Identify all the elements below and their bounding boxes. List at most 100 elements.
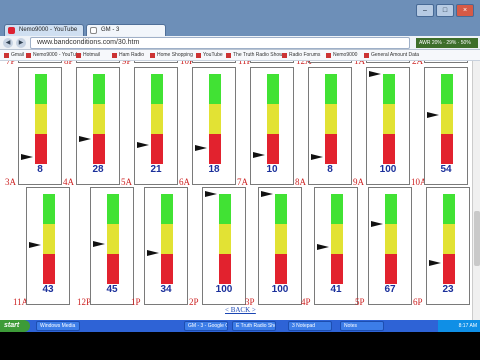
time-label: 7P (6, 61, 16, 66)
meter-yellow-zone (325, 104, 337, 134)
pointer-arrow-icon (21, 153, 33, 160)
tab-youtube[interactable]: Nemo9000 - YouTube (4, 24, 84, 36)
meter-value: 23 (442, 284, 454, 295)
meter-bar (219, 194, 231, 284)
meter-green-zone (275, 194, 287, 224)
vertical-scrollbar[interactable] (472, 61, 480, 320)
bookmark-item[interactable]: The Truth Radio Show (226, 51, 283, 60)
bookmark-item[interactable]: YouTube (196, 51, 223, 60)
time-label: 2A (412, 61, 423, 66)
system-tray-clock: 8:17 AM (438, 320, 480, 332)
tab-label: GM - 3 (101, 27, 120, 33)
maximize-button[interactable]: □ (436, 4, 454, 17)
meter-bar (385, 194, 397, 284)
meter-green-zone (43, 194, 55, 224)
bookmark-icon (226, 53, 231, 58)
time-label: 4A (63, 177, 74, 187)
meter-yellow-zone (383, 104, 395, 134)
bookmark-item[interactable]: Home Shopping (150, 51, 193, 60)
bookmark-item[interactable]: Radio Forums (282, 51, 320, 60)
meter-card (192, 61, 236, 63)
taskbar-task[interactable]: GM - 3 - Google Ch (184, 321, 228, 331)
pointer-arrow-icon (311, 153, 323, 160)
pointer-arrow-icon (147, 250, 159, 257)
meter-green-zone (325, 74, 337, 104)
meter-yellow-zone (35, 104, 47, 134)
meter-bar (107, 194, 119, 284)
time-label: 8A (295, 177, 306, 187)
forward-arrow-icon[interactable]: ▶ (16, 38, 26, 48)
page-favicon-icon (90, 27, 97, 34)
meter-bar (209, 74, 221, 164)
taskbar-task[interactable]: Windows Media (36, 321, 80, 331)
meter-card: 21 (134, 67, 178, 185)
tab-active[interactable]: GM - 3 (86, 24, 166, 36)
scrollbar-thumb[interactable] (474, 211, 480, 266)
meter-bar (383, 74, 395, 164)
bookmark-item[interactable]: Nemo9000 - YouTube (26, 51, 81, 60)
meter-value: 100 (379, 164, 397, 175)
meter-red-zone (161, 254, 173, 284)
meter-card: 41 (314, 187, 358, 305)
time-label: 8P (64, 61, 74, 66)
meter-card (76, 61, 120, 63)
meter-yellow-zone (267, 104, 279, 134)
meter-red-zone (441, 134, 453, 164)
taskbar-task[interactable]: E Truth Radio Show (232, 321, 276, 331)
meter-red-zone (443, 254, 455, 284)
bookmark-item[interactable]: Hotmail (76, 51, 100, 60)
bookmark-icon (282, 53, 287, 58)
meter-green-zone (107, 194, 119, 224)
meter-card: 67 (368, 187, 412, 305)
meter-value: 67 (384, 284, 396, 295)
back-arrow-icon[interactable]: ◀ (3, 38, 13, 48)
bookmark-icon (26, 53, 31, 58)
browser-tabbar: Nemo9000 - YouTube GM - 3 – □ × (0, 0, 480, 36)
meter-value: 28 (92, 164, 104, 175)
meter-card: 54 (424, 67, 468, 185)
start-button[interactable]: start (0, 320, 30, 332)
meter-card: 10 (250, 67, 294, 185)
meter-red-zone (107, 254, 119, 284)
meter-yellow-zone (331, 224, 343, 254)
taskbar: start Windows Media GM - 3 - Google Ch E… (0, 320, 480, 360)
meter-yellow-zone (219, 224, 231, 254)
meter-yellow-zone (93, 104, 105, 134)
pointer-arrow-icon (195, 144, 207, 151)
bookmark-item[interactable]: Gmail (4, 51, 24, 60)
bookmark-label: General Amount Data (371, 52, 420, 58)
meter-red-zone (35, 134, 47, 164)
youtube-favicon-icon (8, 27, 15, 34)
taskbar-task[interactable]: Notes (340, 321, 384, 331)
bookmark-item[interactable]: Ham Radio (112, 51, 144, 60)
meter-card (366, 61, 410, 63)
meter-red-zone (219, 254, 231, 284)
bookmark-label: Nemo9000 - YouTube (33, 52, 82, 58)
pointer-arrow-icon (79, 135, 91, 142)
minimize-button[interactable]: – (416, 4, 434, 17)
meter-yellow-zone (275, 224, 287, 254)
meter-card: 45 (90, 187, 134, 305)
address-bar[interactable]: www.bandconditions.com/30.htm (30, 37, 410, 49)
meter-red-zone (331, 254, 343, 284)
pointer-arrow-icon (427, 112, 439, 119)
back-link[interactable]: < BACK > (225, 306, 256, 314)
meter-green-zone (35, 74, 47, 104)
meter-green-zone (93, 74, 105, 104)
extension-status[interactable]: AWR 20% · 29% · 50% (416, 38, 478, 48)
meter-green-zone (385, 194, 397, 224)
meter-bar (35, 74, 47, 164)
bookmark-item[interactable]: General Amount Data (364, 51, 419, 60)
meter-red-zone (267, 134, 279, 164)
meter-green-zone (441, 74, 453, 104)
close-button[interactable]: × (456, 4, 474, 17)
meter-card: 34 (144, 187, 188, 305)
meter-card (18, 61, 62, 63)
meter-yellow-zone (43, 224, 55, 254)
taskbar-task[interactable]: 3 Notepad (288, 321, 332, 331)
meter-value: 8 (37, 164, 43, 175)
bookmark-item[interactable]: Nemo9000 (326, 51, 357, 60)
window-controls: – □ × (416, 4, 476, 18)
bookmark-label: Home Shopping (157, 52, 193, 58)
meter-bar (325, 74, 337, 164)
